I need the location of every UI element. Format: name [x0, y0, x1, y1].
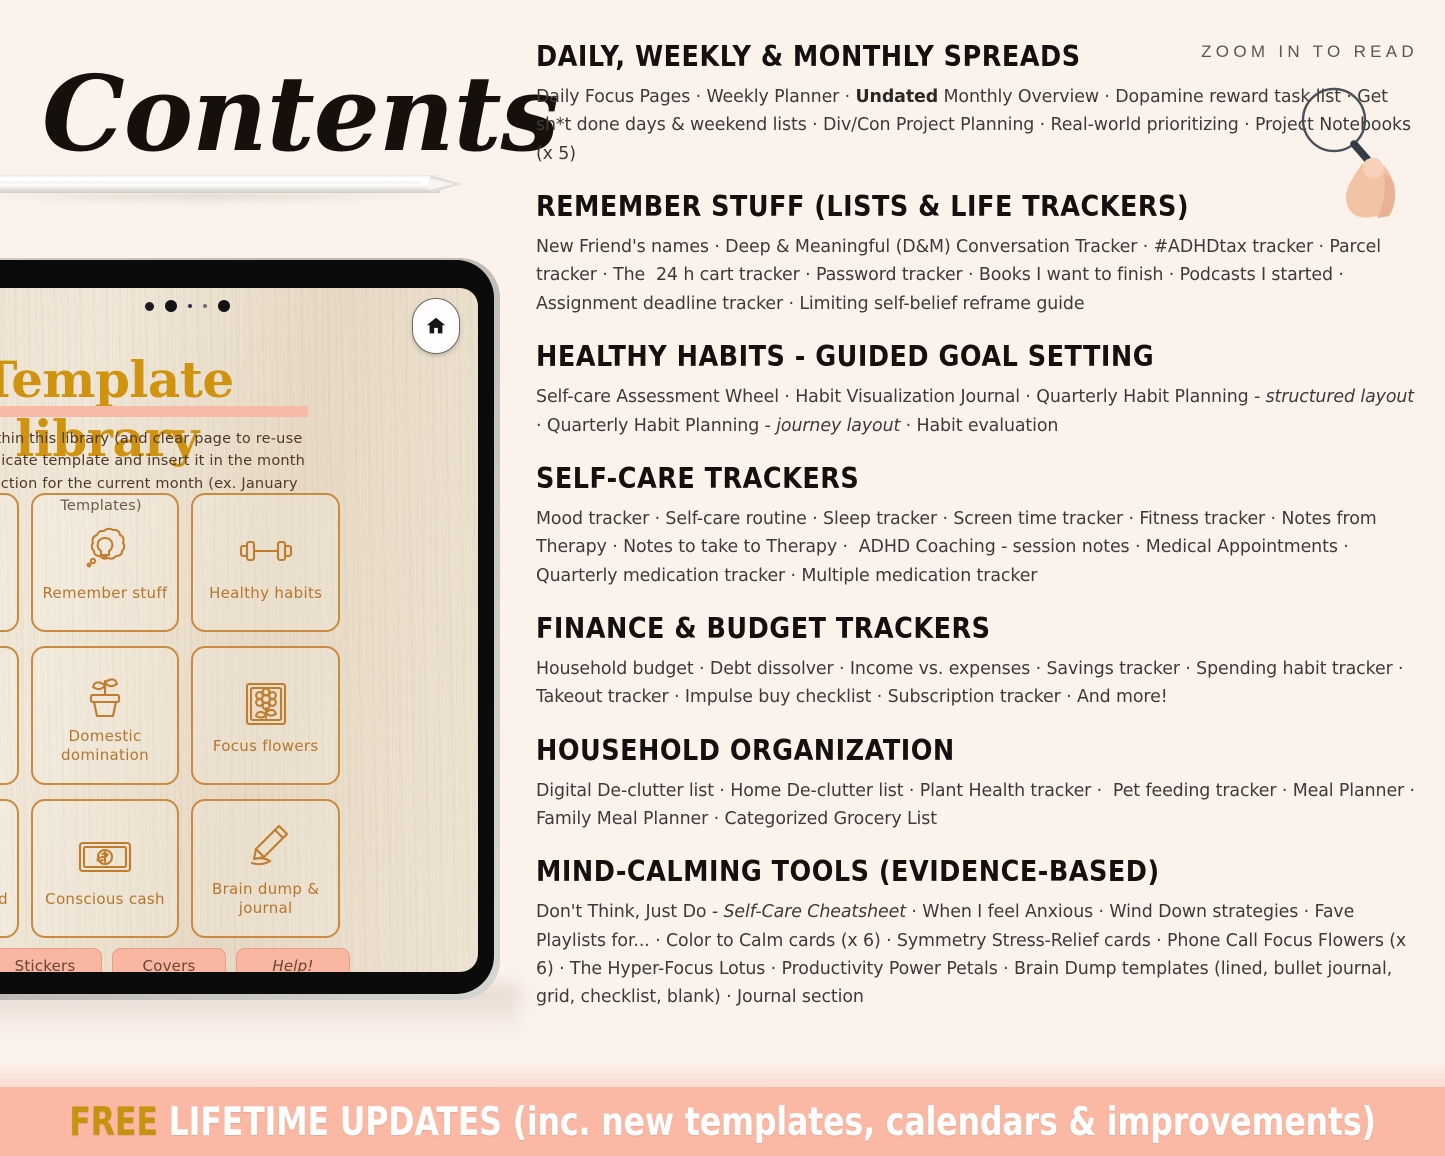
section-household-organization: HOUSEHOLD ORGANIZATION Digital De-clutte…: [536, 734, 1420, 834]
tile-label: Healthy habits: [209, 583, 323, 602]
banner-top-fade: [0, 1061, 1445, 1087]
section-healthy-habits: HEALTHY HABITS - GUIDED GOAL SETTING Sel…: [536, 340, 1420, 440]
banner-free-word: FREE: [69, 1098, 158, 1145]
title-underline: [0, 406, 308, 417]
apple-pencil-graphic: [0, 172, 480, 204]
nav-button-help[interactable]: Help!: [236, 948, 350, 972]
framed-flower-icon: [243, 676, 289, 732]
template-tile-grid: Get sh*t done Remember s: [0, 493, 340, 938]
section-daily-weekly-monthly: DAILY, WEEKLY & MONTHLY SPREADS Daily Fo…: [536, 40, 1420, 168]
section-remember-stuff: REMEMBER STUFF (LISTS & LIFE TRACKERS) N…: [536, 190, 1420, 318]
home-button[interactable]: [412, 298, 460, 354]
tablet-nav-row: Contents Stickers Covers Help!: [0, 948, 350, 972]
sensor-dot-icon: [144, 301, 154, 311]
section-body: Household budget · Debt dissolver · Inco…: [536, 658, 1404, 708]
home-icon: [426, 317, 446, 334]
tile-unwind-un-mind[interactable]: Unwind un-mind: [0, 799, 19, 938]
section-heading: HEALTHY HABITS - GUIDED GOAL SETTING: [536, 340, 1155, 375]
camera-sensor-row: [0, 300, 478, 312]
tile-label: Remember stuff: [42, 583, 168, 602]
section-self-care-trackers: SELF-CARE TRACKERS Mood tracker · Self-c…: [536, 462, 1420, 590]
tile-focus-flowers[interactable]: Focus flowers: [191, 646, 340, 785]
section-heading: SELF-CARE TRACKERS: [536, 462, 860, 496]
section-mind-calming-tools: MIND-CALMING TOOLS (EVIDENCE-BASED) Don'…: [536, 855, 1420, 1011]
tile-label: Focus flowers: [212, 736, 319, 755]
tile-label: Unwind un-mind: [0, 889, 8, 908]
banner-rest-text: LIFETIME UPDATES (inc. new templates, ca…: [168, 1098, 1376, 1145]
page-title: Contents: [42, 52, 559, 175]
potted-plant-icon: [81, 666, 129, 722]
nav-button-stickers[interactable]: Stickers: [0, 948, 102, 972]
tile-conscious-cash[interactable]: Conscious cash: [30, 799, 180, 938]
section-finance-budget: FINANCE & BUDGET TRACKERS Household budg…: [536, 612, 1420, 712]
lightbulb-thought-icon: [81, 523, 129, 579]
section-body: Digital De-clutter list · Home De-clutte…: [536, 780, 1415, 830]
section-heading: DAILY, WEEKLY & MONTHLY SPREADS: [536, 40, 1081, 74]
tile-domestic-domination[interactable]: Domestic domination: [30, 646, 180, 785]
tile-self-care[interactable]: Self care: [0, 646, 19, 785]
section-body: Mood tracker · Self-care routine · Sleep…: [536, 508, 1377, 586]
camera-lens-icon: [164, 300, 177, 312]
section-heading: MIND-CALMING TOOLS (EVIDENCE-BASED): [536, 855, 1160, 890]
pencil-shadow: [0, 193, 438, 204]
banknote-icon: [77, 829, 133, 885]
camera-lens-2-icon: [217, 300, 230, 312]
section-heading: FINANCE & BUDGET TRACKERS: [536, 612, 991, 646]
section-body: Self-care Assessment Wheel · Habit Visua…: [536, 387, 1415, 436]
nav-button-covers[interactable]: Covers: [112, 948, 226, 972]
tile-label: Conscious cash: [45, 889, 165, 908]
section-body: Don't Think, Just Do - Self-Care Cheatsh…: [536, 902, 1407, 1008]
pencil-seam: [0, 181, 420, 186]
contents-page: Contents Template library hin this libra…: [0, 0, 1445, 1156]
pencil-writing-icon: [241, 819, 291, 875]
section-heading: REMEMBER STUFF (LISTS & LIFE TRACKERS): [536, 190, 1190, 225]
banner-text: FREE LIFETIME UPDATES (inc. new template…: [69, 1098, 1376, 1144]
tile-brain-dump-journal[interactable]: Brain dump & journal: [191, 799, 340, 938]
section-body: Daily Focus Pages · Weekly Planner · Und…: [536, 87, 1411, 164]
tablet-screen: Template library templates within this l…: [0, 288, 478, 972]
banner-spacer: [158, 1098, 169, 1144]
tile-label: Brain dump & journal: [212, 880, 320, 917]
sensor-dot-small-icon: [202, 304, 207, 308]
dumbbell-icon: [239, 523, 293, 579]
section-heading: HOUSEHOLD ORGANIZATION: [536, 734, 955, 768]
tile-label: Domestic domination: [61, 727, 149, 764]
pencil-tip-highlight: [428, 178, 454, 190]
left-column: Contents Template library hin this libra…: [0, 0, 559, 1090]
lifetime-updates-banner: FREE LIFETIME UPDATES (inc. new template…: [0, 1087, 1445, 1156]
tile-get-shit-done[interactable]: Get sh*t done: [0, 493, 19, 632]
contents-list-column: ZOOM IN TO READ DAILY, WEEKLY & MONTHLY …: [536, 40, 1420, 1012]
tile-healthy-habits[interactable]: Healthy habits: [191, 493, 340, 632]
tile-remember-stuff[interactable]: Remember stuff: [30, 493, 180, 632]
indicator-dot-icon: [187, 304, 192, 308]
section-body: New Friend's names · Deep & Meaningful (…: [536, 237, 1381, 314]
tablet-mockup: Template library templates within this l…: [0, 258, 500, 1000]
